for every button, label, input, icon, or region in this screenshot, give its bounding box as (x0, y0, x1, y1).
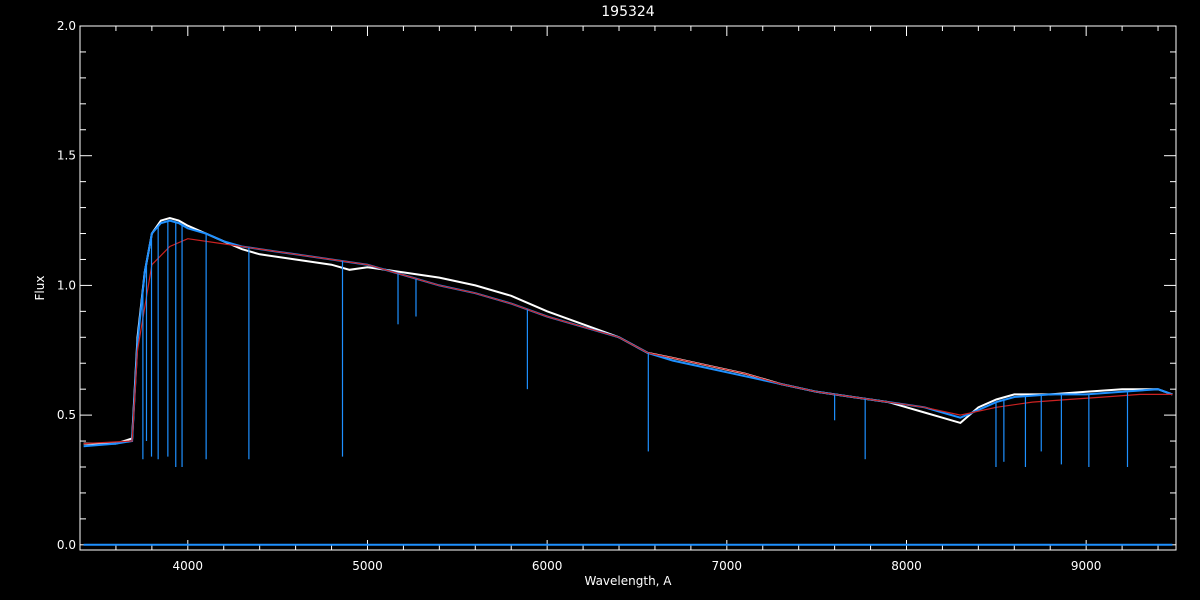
spectrum-chart: 4000 5000 6000 7000 8000 90000.00.51.01.52.0 … (33, 4, 1177, 588)
x-axis-label: Wavelength, A (584, 574, 672, 588)
y-tick-label: 1.5 (57, 149, 76, 163)
y-tick-label: 0.0 (57, 538, 76, 552)
x-tick-label: 7000 (712, 559, 743, 573)
y-tick-label: 0.5 (57, 408, 76, 422)
x-tick-label: 5000 (352, 559, 383, 573)
chart-title: 195324 (601, 4, 655, 20)
x-tick-label: 9000 (1071, 559, 1102, 573)
x-tick-label: 4000 (173, 559, 204, 573)
y-tick-label: 2.0 (57, 19, 76, 33)
plot-frame (79, 25, 1177, 551)
y-axis-label: Flux (33, 276, 47, 301)
series-line-2 (83, 219, 1173, 448)
series-line-1 (83, 216, 1173, 445)
x-tick-label: 6000 (532, 559, 563, 573)
x-tick-label: 8000 (891, 559, 922, 573)
y-tick-label: 1.0 (57, 278, 76, 292)
